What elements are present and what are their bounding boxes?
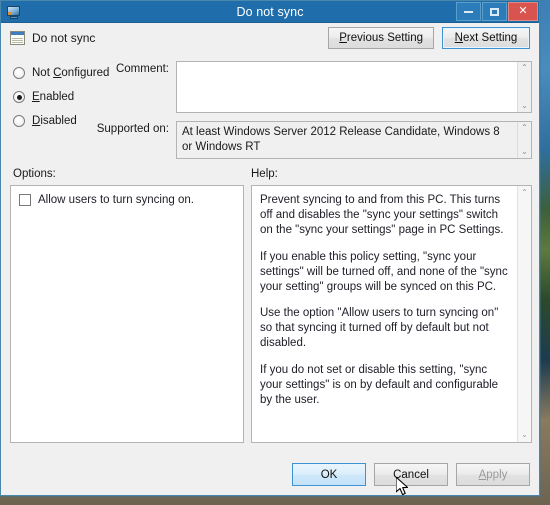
- radio-disabled-indicator: [13, 115, 25, 127]
- supported-on-scrollbar[interactable]: ⌃ ⌄: [517, 122, 531, 158]
- previous-setting-button[interactable]: Previous Setting: [328, 27, 434, 49]
- radio-enabled[interactable]: Enabled: [13, 85, 123, 109]
- close-icon: ✕: [518, 5, 528, 17]
- help-paragraph-3: Use the option "Allow users to turn sync…: [260, 307, 499, 350]
- chevron-down-icon[interactable]: ⌄: [521, 102, 528, 110]
- help-body: Prevent syncing to and from this PC. Thi…: [252, 186, 517, 442]
- next-setting-button[interactable]: Next Setting: [442, 27, 530, 49]
- cancel-button[interactable]: Cancel: [374, 463, 448, 486]
- state-and-comment-section: Not Configured Enabled Disabled Comment:…: [1, 53, 539, 168]
- maximize-button[interactable]: [482, 2, 507, 21]
- allow-users-checkbox-row[interactable]: Allow users to turn syncing on.: [19, 193, 235, 208]
- help-paragraph-2: If you enable this policy setting, "sync…: [260, 250, 508, 293]
- ok-button-label: OK: [320, 468, 338, 481]
- help-scrollbar[interactable]: ⌃ ⌄: [517, 186, 531, 442]
- supported-on-value: At least Windows Server 2012 Release Can…: [182, 126, 500, 153]
- minimize-button[interactable]: [456, 2, 481, 21]
- close-button[interactable]: ✕: [508, 2, 538, 21]
- chevron-up-icon[interactable]: ⌃: [521, 189, 528, 197]
- allow-users-checkbox-label: Allow users to turn syncing on.: [38, 194, 194, 206]
- supported-on-label: Supported on:: [96, 123, 169, 135]
- computer-monitor-icon: [6, 4, 22, 20]
- comment-scrollbar[interactable]: ⌃ ⌄: [517, 62, 531, 112]
- minimize-icon: [464, 10, 473, 13]
- setting-header: Do not sync Previous Setting Next Settin…: [1, 23, 539, 53]
- comment-textarea[interactable]: ⌃ ⌄: [176, 61, 532, 113]
- policy-name-label: Do not sync: [32, 31, 96, 45]
- cancel-button-label: Cancel: [393, 468, 429, 481]
- panes-row: Allow users to turn syncing on. Prevent …: [1, 185, 539, 447]
- pane-labels: Options: Help:: [1, 168, 539, 185]
- title-bar[interactable]: Do not sync ✕: [1, 1, 539, 23]
- group-policy-setting-dialog: Do not sync ✕ Do not sync Previous Setti…: [0, 0, 540, 496]
- allow-users-checkbox[interactable]: [19, 194, 31, 206]
- chevron-up-icon[interactable]: ⌃: [521, 64, 528, 72]
- setting-nav-buttons: Previous Setting Next Setting: [328, 27, 530, 49]
- help-paragraph-4: If you do not set or disable this settin…: [260, 363, 499, 406]
- ok-button[interactable]: OK: [292, 463, 366, 486]
- options-pane: Allow users to turn syncing on.: [10, 185, 244, 443]
- chevron-down-icon[interactable]: ⌄: [521, 431, 528, 439]
- options-label: Options:: [13, 168, 56, 180]
- caption-button-group: ✕: [456, 2, 538, 21]
- help-paragraph-1: Prevent syncing to and from this PC. Thi…: [260, 194, 504, 237]
- options-body: Allow users to turn syncing on.: [11, 186, 243, 442]
- help-pane: Prevent syncing to and from this PC. Thi…: [251, 185, 532, 443]
- help-label: Help:: [251, 168, 278, 180]
- comment-value: [177, 62, 517, 112]
- chevron-down-icon[interactable]: ⌄: [521, 148, 528, 156]
- maximize-icon: [490, 7, 499, 16]
- radio-not-configured-indicator: [13, 67, 25, 79]
- apply-button: Apply: [456, 463, 530, 486]
- dialog-footer: OK Cancel Apply: [1, 455, 539, 495]
- supported-on-textarea[interactable]: At least Windows Server 2012 Release Can…: [176, 121, 532, 159]
- dialog-action-buttons: OK Cancel Apply: [292, 463, 530, 486]
- previous-setting-label-rest: revious Setting: [346, 32, 423, 44]
- comment-label: Comment:: [115, 63, 169, 75]
- radio-enabled-indicator: [13, 91, 25, 103]
- chevron-up-icon[interactable]: ⌃: [521, 124, 528, 132]
- policy-setting-icon: [10, 31, 25, 45]
